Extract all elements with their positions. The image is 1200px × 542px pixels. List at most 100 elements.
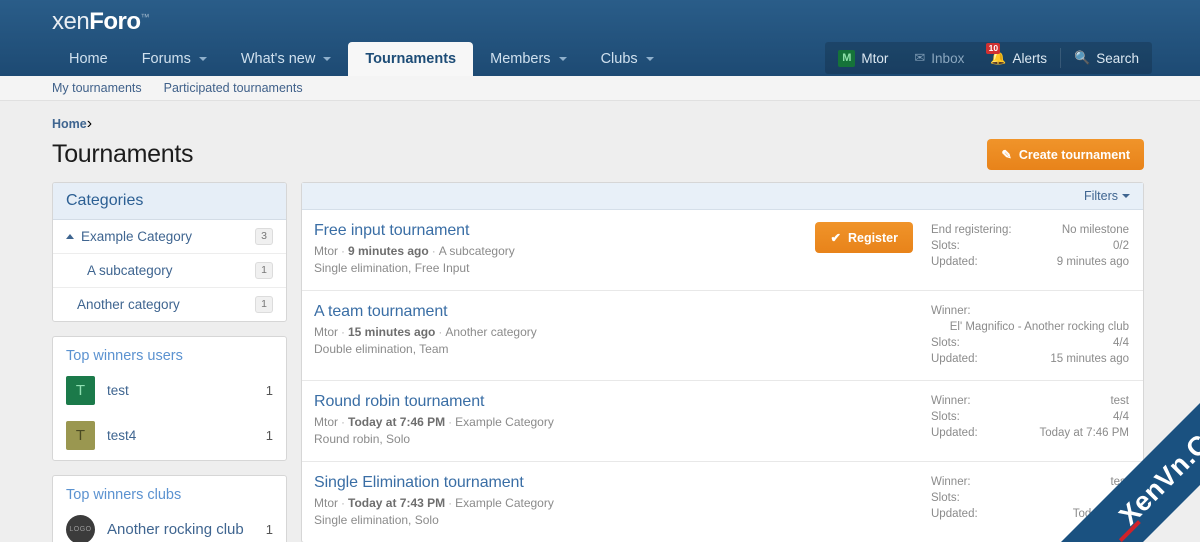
tournament-type: Double elimination, Team: [314, 342, 449, 356]
sidebar-item-another-category[interactable]: Another category 1: [53, 288, 286, 321]
top-winners-clubs-block: Top winners clubs LOGO Another rocking c…: [52, 475, 287, 542]
page-body: Categories Example Category 3 A subcateg…: [0, 170, 1200, 542]
site-logo[interactable]: xenForo™: [52, 8, 150, 36]
meta-separator: ·: [448, 415, 453, 429]
filters-label: Filters: [1083, 189, 1118, 203]
check-icon: ✔: [830, 231, 841, 245]
category-label: Another category: [77, 297, 180, 312]
logo-trademark: ™: [140, 12, 150, 22]
page-root: xenForo™ Home Forums What's new Tourname…: [0, 0, 1200, 542]
tournament-title-link[interactable]: A team tournament: [314, 303, 913, 321]
avatar: M: [838, 49, 856, 67]
top-winners-clubs-title: Top winners clubs: [66, 487, 182, 503]
stat-value: 9 minutes ago: [1056, 256, 1129, 268]
meta-separator: ·: [341, 415, 345, 429]
stat-label: End registering:: [931, 224, 1012, 236]
tournament-title-link[interactable]: Single Elimination tournament: [314, 474, 913, 492]
stat-label: Slots:: [931, 492, 960, 504]
sidebar-item-a-subcategory[interactable]: A subcategory 1: [53, 254, 286, 288]
search-label: Search: [1096, 50, 1139, 66]
filter-bar: Filters: [302, 183, 1143, 210]
chevron-down-icon: [645, 57, 654, 61]
tournament-stats: Winner: El' Magnifico - Another rocking …: [931, 303, 1129, 367]
alerts-button[interactable]: 🔔 10 Alerts: [977, 42, 1060, 74]
stat-row: Slots: 0/2: [931, 238, 1129, 254]
tournament-type: Single elimination, Solo: [314, 513, 439, 527]
stat-value: Today at 7:: [1072, 508, 1129, 520]
nav-tab-home[interactable]: Home: [52, 42, 125, 76]
alerts-label: Alerts: [1012, 50, 1048, 66]
club-count: 1: [265, 522, 273, 537]
breadcrumb-home[interactable]: Home: [52, 117, 87, 131]
tournament-meta: Mtor · Today at 7:43 PM · Example Category: [314, 495, 913, 512]
user-menu-button[interactable]: M Mtor: [825, 42, 901, 74]
logo-text-bold: Foro: [89, 8, 141, 35]
meta-separator: ·: [431, 244, 436, 258]
author-label[interactable]: Mtor: [314, 244, 338, 258]
category-label[interactable]: Another category: [445, 325, 536, 339]
chevron-down-icon: [198, 57, 207, 61]
main-navigation: Home Forums What's new Tournaments Membe…: [52, 42, 671, 76]
winner-count: 1: [265, 428, 273, 443]
nav-tab-clubs[interactable]: Clubs: [584, 42, 671, 76]
sidebar-item-example-category[interactable]: Example Category 3: [53, 220, 286, 254]
stat-value: Today at 7:46 PM: [1039, 427, 1130, 439]
create-tournament-button[interactable]: ✎ Create tournament: [987, 139, 1144, 170]
nav-tab-label: Members: [490, 51, 551, 67]
stat-label: Updated:: [931, 353, 978, 365]
winner-value: El' Magnifico - Another rocking club: [949, 321, 1129, 333]
list-item[interactable]: T test4 1: [53, 415, 286, 460]
table-row[interactable]: A team tournament Mtor · 15 minutes ago · An…: [302, 291, 1143, 381]
tournament-stats: End registering: No milestone Slots: 0/2…: [931, 222, 1129, 270]
nav-tab-members[interactable]: Members: [473, 42, 583, 76]
winner-name[interactable]: test: [107, 383, 254, 398]
nav-tab-label: Clubs: [600, 51, 638, 67]
subnav-item-participated-tournaments[interactable]: Participated tournaments: [164, 81, 303, 95]
list-item[interactable]: T test 1: [53, 370, 286, 415]
stat-value: test: [1110, 476, 1129, 488]
nav-tab-label: Home: [69, 51, 108, 67]
author-label[interactable]: Mtor: [314, 496, 338, 510]
filters-button[interactable]: Filters: [1084, 189, 1130, 203]
list-item[interactable]: LOGO Another rocking club 1: [53, 509, 286, 542]
nav-tab-tournaments[interactable]: Tournaments: [348, 42, 474, 76]
tournament-title-link[interactable]: Free input tournament: [314, 222, 815, 240]
stat-label: Slots:: [931, 337, 960, 349]
category-label[interactable]: A subcategory: [439, 244, 515, 258]
sidebar: Categories Example Category 3 A subcateg…: [52, 182, 287, 542]
breadcrumb: Home›: [0, 101, 1200, 133]
table-row[interactable]: Free input tournament Mtor · 9 minutes ago…: [302, 210, 1143, 291]
stat-label: Updated:: [931, 256, 978, 268]
user-navigation: M Mtor ✉ Inbox 🔔 10 Alerts 🔍 Search: [825, 42, 1152, 74]
page-title-row: Tournaments ✎ Create tournament: [0, 133, 1200, 170]
table-row[interactable]: Round robin tournament Mtor · Today at 7:4…: [302, 381, 1143, 462]
nav-tab-forums[interactable]: Forums: [125, 42, 224, 76]
subnav-item-my-tournaments[interactable]: My tournaments: [52, 81, 142, 95]
table-row[interactable]: Single Elimination tournament Mtor · Today…: [302, 462, 1143, 542]
winner-name[interactable]: test4: [107, 428, 254, 443]
club-name[interactable]: Another rocking club: [107, 521, 254, 538]
stat-row: Updated: Today at 7:46 PM: [931, 425, 1129, 441]
stat-value: 4/4: [1113, 337, 1129, 349]
category-label[interactable]: Example Category: [455, 415, 554, 429]
nav-tab-whats-new[interactable]: What's new: [224, 42, 349, 76]
tournament-list-panel: Filters Free input tournament Mtor · 9 min…: [301, 182, 1144, 542]
category-label[interactable]: Example Category: [455, 496, 554, 510]
avatar: T: [66, 421, 95, 450]
category-label: A subcategory: [87, 263, 173, 278]
alerts-count-badge: 10: [986, 43, 1001, 54]
time-label: Today at 7:43 PM: [348, 496, 446, 510]
inbox-button[interactable]: ✉ Inbox: [901, 42, 977, 74]
tournament-title-link[interactable]: Round robin tournament: [314, 393, 913, 411]
tournament-type: Round robin, Solo: [314, 432, 411, 446]
register-button[interactable]: ✔ Register: [815, 222, 913, 253]
logo-text-light: xen: [52, 8, 90, 35]
author-label[interactable]: Mtor: [314, 415, 338, 429]
category-count: 1: [255, 262, 273, 279]
categories-block: Categories Example Category 3 A subcateg…: [52, 182, 287, 322]
avatar: T: [66, 376, 95, 405]
search-button[interactable]: 🔍 Search: [1061, 42, 1152, 74]
author-label[interactable]: Mtor: [314, 325, 338, 339]
tournament-meta: Mtor · 9 minutes ago · A subcategory: [314, 243, 815, 260]
inbox-label: Inbox: [931, 50, 965, 66]
